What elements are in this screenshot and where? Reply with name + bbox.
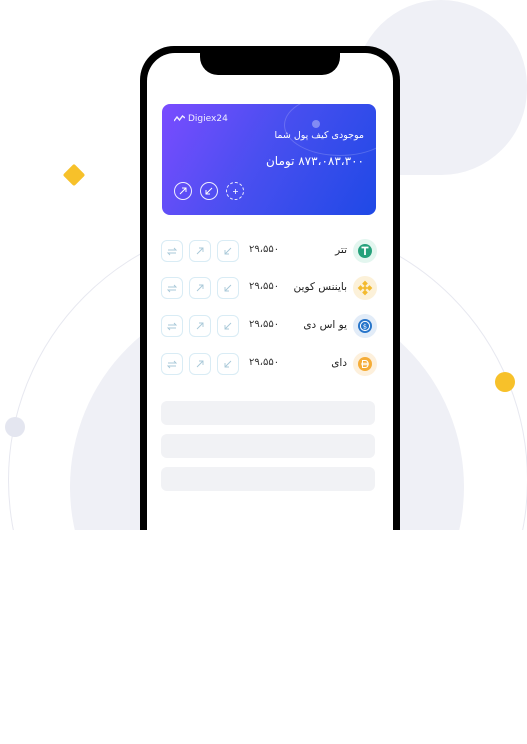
placeholder-row [161,434,375,458]
brand-name: Digiex24 [188,114,228,124]
wallet-card: Digiex24 موجودی کیف پول شما ۸۷۳،۰۸۳،۳۰۰ … [162,104,376,215]
deposit-button[interactable] [217,315,239,337]
bottom-area [0,530,527,744]
swap-button[interactable] [161,240,183,262]
swap-button[interactable] [161,315,183,337]
deposit-button[interactable] [200,182,218,200]
asset-actions [161,277,239,299]
arrow-down-left-icon [224,247,232,255]
phone-mockup: Digiex24 موجودی کیف پول شما ۸۷۳،۰۸۳،۳۰۰ … [140,46,400,530]
asset-row-binance[interactable]: ۲۹،۵۵۰ بایننس کوین [161,276,377,300]
asset-row-dai[interactable]: ۲۹،۵۵۰ دای [161,352,377,376]
add-button[interactable] [226,182,244,200]
swap-icon [167,360,177,368]
withdraw-button[interactable] [174,182,192,200]
swap-icon [167,284,177,292]
asset-price: ۲۹،۵۵۰ [249,244,280,255]
withdraw-button[interactable] [189,240,211,262]
decorative-dot-gray [5,417,25,437]
arrow-down-left-icon [224,360,232,368]
arrow-up-right-icon [196,322,204,330]
withdraw-button[interactable] [189,277,211,299]
deposit-button[interactable] [217,277,239,299]
arrow-up-right-icon [179,187,187,195]
deposit-button[interactable] [217,353,239,375]
swap-button[interactable] [161,353,183,375]
phone-screen: Digiex24 موجودی کیف پول شما ۸۷۳،۰۸۳،۳۰۰ … [147,53,393,530]
asset-row-tether[interactable]: ۲۹،۵۵۰ تتر [161,239,377,263]
swap-icon [167,322,177,330]
arrow-down-left-icon [224,284,232,292]
binance-coin-icon [353,276,377,300]
decorative-diamond [62,163,86,187]
wallet-balance: ۸۷۳،۰۸۳،۳۰۰ تومان [265,154,364,168]
asset-price: ۲۹،۵۵۰ [249,357,280,368]
swap-button[interactable] [161,277,183,299]
deposit-button[interactable] [217,240,239,262]
asset-name: تتر [335,244,347,256]
placeholder-row [161,401,375,425]
asset-row-usdc[interactable]: ۲۹،۵۵۰ یو اس دی $ [161,314,377,338]
asset-actions [161,315,239,337]
arrow-up-right-icon [196,360,204,368]
asset-name: بایننس کوین [293,281,347,293]
arrow-up-right-icon [196,284,204,292]
asset-price: ۲۹،۵۵۰ [249,281,280,292]
decorative-dot-yellow [495,372,515,392]
card-decoration-dot [312,120,320,128]
wallet-title: موجودی کیف پول شما [274,130,364,141]
asset-actions [161,240,239,262]
brand-logo: Digiex24 [174,114,228,124]
arrow-up-right-icon [196,247,204,255]
plus-icon [232,188,238,194]
tether-icon [353,239,377,263]
wallet-actions [174,182,244,200]
withdraw-button[interactable] [189,353,211,375]
phone-notch [200,53,340,75]
arrow-down-left-icon [224,322,232,330]
svg-text:$: $ [363,322,367,330]
asset-actions [161,353,239,375]
arrow-down-left-icon [205,187,213,195]
asset-name: یو اس دی [303,319,347,331]
usd-coin-icon: $ [353,314,377,338]
asset-name: دای [331,357,347,369]
swap-icon [167,247,177,255]
dai-icon [353,352,377,376]
asset-price: ۲۹،۵۵۰ [249,319,280,330]
placeholder-row [161,467,375,491]
logo-icon [174,115,185,122]
withdraw-button[interactable] [189,315,211,337]
